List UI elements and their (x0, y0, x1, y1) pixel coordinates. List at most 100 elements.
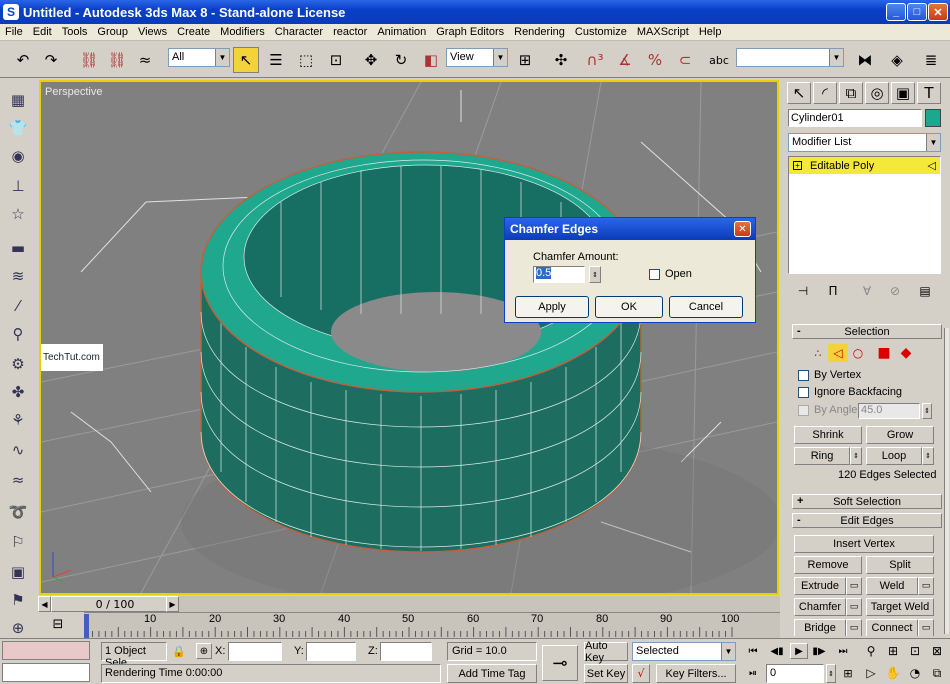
target-weld-button[interactable]: Target Weld (866, 598, 934, 616)
menu-maxscript[interactable]: MAXScript (632, 26, 694, 38)
pin-icon[interactable]: ⊥ (6, 174, 30, 198)
time-config-icon[interactable]: ⊞ (840, 665, 856, 681)
x-coordinate-field[interactable] (228, 642, 282, 661)
rollout-scrollbar[interactable] (944, 328, 949, 634)
soft-selection-rollout-header[interactable]: + Soft Selection (792, 494, 942, 509)
loop-spinner[interactable]: ⇕ (922, 447, 934, 465)
split-button[interactable]: Split (866, 556, 934, 574)
ok-button[interactable]: OK (595, 296, 663, 318)
maxscript-listener-pink[interactable] (2, 641, 90, 660)
menu-file[interactable]: File (0, 26, 28, 38)
bridge-settings-icon[interactable]: ▭ (846, 619, 862, 636)
expand-icon[interactable]: + (793, 161, 802, 170)
menu-animation[interactable]: Animation (372, 26, 431, 38)
zoom-icon[interactable]: ⚲ (862, 643, 880, 659)
time-next-icon[interactable]: ▶ (166, 596, 179, 612)
chamfer-button[interactable]: Chamfer (794, 598, 846, 616)
configure-modifier-sets-icon[interactable]: ▤ (915, 282, 935, 300)
containers-icon[interactable]: ▦ (6, 88, 30, 112)
menu-group[interactable]: Group (92, 26, 133, 38)
key-filters-button[interactable]: Key Filters... (656, 664, 736, 683)
remove-button[interactable]: Remove (794, 556, 862, 574)
edit-edges-rollout-header[interactable]: - Edit Edges (792, 513, 942, 528)
viewport-label[interactable]: Perspective (45, 86, 102, 98)
coil-icon[interactable]: ≋ (6, 264, 30, 288)
motion-tab-icon[interactable]: ◎ (865, 82, 889, 104)
hinge-icon[interactable]: ⚐ (6, 530, 30, 554)
create-tab-icon[interactable]: ↖ (787, 82, 811, 104)
zoom-extents-all-icon[interactable]: ⊠ (928, 643, 946, 659)
undo-icon[interactable]: ↶ (10, 47, 36, 73)
vertex-mode-icon[interactable]: ∴ (808, 344, 828, 362)
time-slider-thumb[interactable]: 0 / 100 (51, 596, 179, 612)
weld-settings-icon[interactable]: ▭ (918, 577, 934, 595)
film-icon[interactable]: ▬ (6, 236, 30, 260)
loop-button[interactable]: Loop (866, 447, 922, 465)
show-end-result-icon[interactable]: Π (823, 282, 843, 300)
utilities-tab-icon[interactable]: T (917, 82, 941, 104)
rope-icon[interactable]: ➰ (6, 500, 30, 524)
connect-settings-icon[interactable]: ▭ (918, 619, 934, 636)
apply-button[interactable]: Apply (515, 296, 589, 318)
menu-tools[interactable]: Tools (57, 26, 93, 38)
previous-frame-icon[interactable]: ◀▮ (768, 643, 786, 659)
object-name-field[interactable]: Cylinder01 (788, 109, 922, 127)
object-color-swatch[interactable] (925, 109, 941, 127)
connect-button[interactable]: Connect (866, 619, 918, 636)
pan-icon[interactable]: ✋ (884, 665, 902, 681)
rotate-icon[interactable]: ↻ (388, 47, 414, 73)
hierarchy-tab-icon[interactable]: ⧉ (839, 82, 863, 104)
fan-icon[interactable]: ✤ (6, 380, 30, 404)
perspective-viewport[interactable]: Perspective TechTut.com (39, 80, 779, 595)
menu-reactor[interactable]: reactor (328, 26, 372, 38)
lock-icon[interactable]: 🔒 (172, 643, 186, 659)
ignore-backfacing-checkbox[interactable] (798, 387, 809, 398)
select-object-icon[interactable]: ↖ (233, 47, 259, 73)
spinner-snap-icon[interactable]: ⊂ (672, 47, 698, 73)
next-frame-icon[interactable]: ▮▶ (810, 643, 828, 659)
modifier-list-dropdown[interactable]: Modifier List ▼ (788, 133, 941, 152)
insert-vertex-button[interactable]: Insert Vertex (794, 535, 934, 553)
named-selection-dropdown[interactable]: ▼ (736, 48, 844, 67)
curve-editor-icon[interactable]: ⊟ (46, 614, 70, 634)
select-and-link-icon[interactable]: ⛓ (76, 47, 102, 73)
select-by-name-icon[interactable]: ☰ (263, 47, 289, 73)
set-key-button[interactable]: Set Key (584, 664, 628, 683)
extrude-settings-icon[interactable]: ▭ (846, 577, 862, 595)
percent-snap-icon[interactable]: % (642, 47, 668, 73)
bridge-button[interactable]: Bridge (794, 619, 846, 636)
unlink-icon[interactable]: ⛓ (104, 47, 130, 73)
menu-help[interactable]: Help (694, 26, 727, 38)
rectangular-selection-icon[interactable]: ⬚ (293, 47, 319, 73)
motor-icon[interactable]: ⚘ (6, 408, 30, 432)
menu-character[interactable]: Character (270, 26, 328, 38)
mirror-icon[interactable]: ⧓ (852, 47, 878, 73)
dialog-close-button[interactable]: ✕ (734, 221, 751, 237)
cancel-button[interactable]: Cancel (669, 296, 743, 318)
shirt-icon[interactable]: 👕 (6, 116, 30, 140)
by-angle-checkbox[interactable] (798, 405, 809, 416)
default-tangent-icon[interactable]: √ (632, 664, 650, 683)
zoom-extents-icon[interactable]: ⊡ (906, 643, 924, 659)
element-mode-icon[interactable]: ◆ (896, 344, 916, 362)
polygon-mode-icon[interactable]: ■ (874, 344, 894, 362)
ring-spinner[interactable]: ⇕ (850, 447, 862, 465)
extrude-button[interactable]: Extrude (794, 577, 846, 595)
go-to-end-icon[interactable]: ⏭ (834, 643, 852, 659)
bind-to-space-warp-icon[interactable]: ≈ (132, 47, 158, 73)
z-coordinate-field[interactable] (380, 642, 432, 661)
sphere-icon[interactable]: ◉ (6, 144, 30, 168)
maxscript-listener-white[interactable] (2, 663, 90, 682)
selection-set-dropdown[interactable]: Selected ▼ (632, 642, 736, 661)
auto-key-button[interactable]: Auto Key (584, 640, 628, 664)
field-of-view-icon[interactable]: ▷ (862, 665, 880, 681)
modify-tab-icon[interactable]: ◜ (813, 82, 837, 104)
maximize-button[interactable]: □ (907, 3, 927, 21)
absolute-mode-icon[interactable]: ⊕ (196, 643, 212, 659)
zoom-all-icon[interactable]: ⊞ (884, 643, 902, 659)
ring-button[interactable]: Ring (794, 447, 850, 465)
pivot-center-icon[interactable]: ⊞ (512, 47, 538, 73)
reference-coordinate-dropdown[interactable]: View ▼ (446, 48, 508, 67)
wave-icon[interactable]: ≈ (6, 468, 30, 492)
edit-named-selections-icon[interactable]: abc (706, 47, 732, 73)
